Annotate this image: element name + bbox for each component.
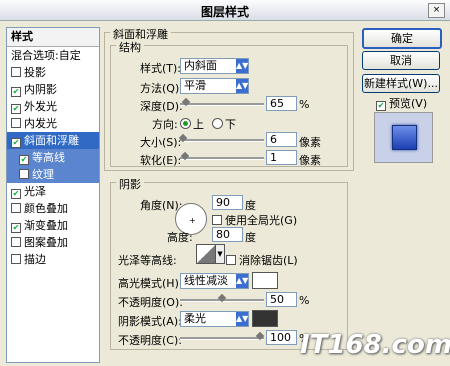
altitude-field[interactable]: 80: [212, 227, 243, 242]
checkbox-checked-icon: ✔: [11, 223, 21, 233]
opacity2-field[interactable]: 100: [266, 330, 297, 345]
gloss-contour-dropdown-icon[interactable]: ▼: [215, 244, 225, 264]
highlight-color-swatch[interactable]: [252, 272, 278, 289]
cancel-button[interactable]: 取消: [362, 51, 440, 70]
opacity2-label: 不透明度(C):: [118, 334, 182, 347]
dropdown-arrow-icon: ▲▼: [236, 312, 248, 326]
style-label: 样式(T):: [140, 62, 182, 75]
size-unit: 像素: [299, 136, 321, 149]
size-label: 大小(S):: [140, 136, 182, 149]
direction-down[interactable]: 下: [212, 116, 236, 132]
method-select[interactable]: 平滑 ▲▼: [180, 78, 249, 94]
sidebar-item-outer-glow[interactable]: ✔ 外发光: [7, 98, 99, 115]
antialias-checkbox[interactable]: 消除锯齿(L): [226, 252, 298, 268]
checkbox-checked-icon: ✔: [376, 101, 386, 111]
method-label: 方法(Q):: [140, 82, 183, 95]
shading-title: 阴影: [116, 176, 144, 192]
sidebar-item-contour[interactable]: ✔ 等高线: [7, 149, 99, 166]
highlight-mode-label: 高光模式(H):: [118, 277, 183, 290]
shadow-mode-select[interactable]: 柔光 ▲▼: [180, 311, 249, 327]
radio-icon: [212, 118, 223, 129]
direction-up[interactable]: 上: [180, 116, 204, 132]
shadow-mode-label: 阴影模式(A):: [118, 315, 182, 328]
sidebar-item-blending[interactable]: 混合选项:自定: [7, 47, 99, 64]
sidebar-item-drop-shadow[interactable]: 投影: [7, 64, 99, 81]
opacity2-slider[interactable]: [180, 337, 264, 340]
checkbox-checked-icon: ✔: [11, 87, 21, 97]
angle-field[interactable]: 90: [212, 195, 243, 210]
soften-slider[interactable]: [180, 157, 264, 160]
angle-unit: 度: [245, 199, 256, 212]
checkbox-icon: [11, 203, 21, 213]
checkbox-icon: [11, 254, 21, 264]
preview-swatch: [392, 125, 417, 150]
checkbox-icon: [11, 67, 21, 77]
dropdown-arrow-icon: ▲▼: [236, 79, 248, 93]
close-icon[interactable]: ×: [428, 3, 445, 18]
checkbox-icon: [19, 169, 29, 179]
soften-label: 软化(E):: [140, 154, 182, 167]
checkbox-checked-icon: ✔: [11, 138, 21, 148]
depth-label: 深度(D):: [140, 100, 183, 113]
sidebar-item-stroke[interactable]: 描边: [7, 251, 99, 268]
title-bar: 图层样式 ×: [0, 0, 450, 21]
depth-slider[interactable]: [180, 103, 264, 106]
radio-selected-icon: [180, 118, 191, 129]
checkbox-checked-icon: ✔: [19, 155, 29, 165]
depth-field[interactable]: 65: [266, 96, 297, 111]
checkbox-icon: [226, 255, 236, 265]
opacity1-field[interactable]: 50: [266, 292, 297, 307]
sidebar-item-texture[interactable]: 纹理: [7, 166, 99, 183]
styles-sidebar: 样式 混合选项:自定 投影 ✔ 内阴影 ✔ 外发光 内发光 ✔ 斜面和浮雕 ✔ 等高线 …: [6, 27, 100, 363]
shadow-color-swatch[interactable]: [252, 310, 278, 327]
checkbox-checked-icon: ✔: [11, 189, 21, 199]
preview-checkbox[interactable]: ✔ 预览(V): [376, 95, 427, 111]
direction-label: 方向:: [152, 118, 178, 131]
sidebar-item-gradient-overlay[interactable]: ✔ 渐变叠加: [7, 217, 99, 234]
checkbox-icon: [11, 118, 21, 128]
gloss-contour-picker[interactable]: [196, 244, 216, 264]
depth-unit: %: [299, 98, 310, 111]
window-title: 图层样式: [200, 5, 249, 19]
opacity1-unit: %: [299, 294, 310, 307]
dropdown-arrow-icon: ▲▼: [236, 274, 248, 288]
size-slider[interactable]: [180, 139, 264, 142]
dropdown-arrow-icon: ▲▼: [236, 59, 248, 73]
size-field[interactable]: 6: [266, 132, 297, 147]
sidebar-item-satin[interactable]: ✔ 光泽: [7, 183, 99, 200]
gloss-contour-label: 光泽等高线:: [118, 254, 177, 267]
sidebar-item-color-overlay[interactable]: 颜色叠加: [7, 200, 99, 217]
checkbox-icon: [212, 215, 222, 225]
style-preview: [374, 112, 433, 163]
checkbox-checked-icon: ✔: [11, 104, 21, 114]
altitude-unit: 度: [245, 231, 256, 244]
checkbox-icon: [11, 237, 21, 247]
soften-unit: 像素: [299, 154, 321, 167]
highlight-mode-select[interactable]: 线性减淡 ▲▼: [180, 273, 249, 289]
watermark: IT168.com: [300, 330, 450, 360]
sidebar-item-pattern-overlay[interactable]: 图案叠加: [7, 234, 99, 251]
opacity1-label: 不透明度(O):: [118, 296, 183, 309]
style-select[interactable]: 内斜面 ▲▼: [180, 58, 249, 74]
soften-field[interactable]: 1: [266, 150, 297, 165]
angle-dial-center-icon: +: [189, 216, 196, 225]
altitude-label: 高度:: [167, 231, 193, 244]
structure-title: 结构: [116, 39, 144, 55]
sidebar-item-inner-glow[interactable]: 内发光: [7, 115, 99, 132]
ok-button[interactable]: 确定: [362, 28, 442, 49]
global-light-checkbox[interactable]: 使用全局光(G): [212, 212, 297, 228]
new-style-button[interactable]: 新建样式(W)...: [362, 74, 440, 93]
sidebar-item-inner-shadow[interactable]: ✔ 内阴影: [7, 81, 99, 98]
sidebar-item-bevel[interactable]: ✔ 斜面和浮雕: [7, 132, 99, 149]
sidebar-header: 样式: [7, 28, 99, 47]
